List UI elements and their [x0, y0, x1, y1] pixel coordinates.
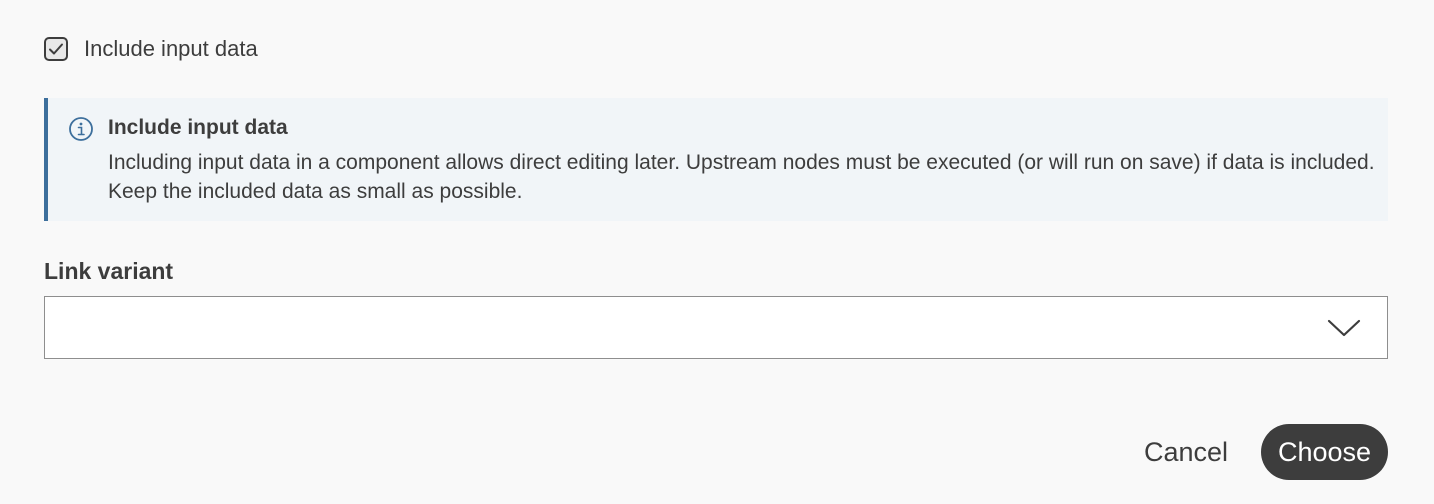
checkmark-icon: [49, 43, 63, 55]
include-input-data-label[interactable]: Include input data: [84, 36, 258, 62]
info-title: Include input data: [108, 116, 288, 139]
link-variant-dropdown[interactable]: [44, 296, 1388, 359]
link-variant-label: Link variant: [44, 258, 174, 284]
include-input-data-checkbox[interactable]: [44, 37, 68, 61]
cancel-button[interactable]: Cancel: [1128, 424, 1244, 480]
chevron-down-icon: [1327, 319, 1361, 337]
info-text: Including input data in a component allo…: [108, 151, 1375, 203]
info-box: Include input data Including input data …: [44, 98, 1388, 221]
component-dialog: Include input data Include input data In…: [0, 0, 1434, 504]
choose-button[interactable]: Choose: [1261, 424, 1388, 480]
include-input-data-row[interactable]: Include input data: [44, 36, 258, 62]
info-icon: [69, 117, 93, 141]
